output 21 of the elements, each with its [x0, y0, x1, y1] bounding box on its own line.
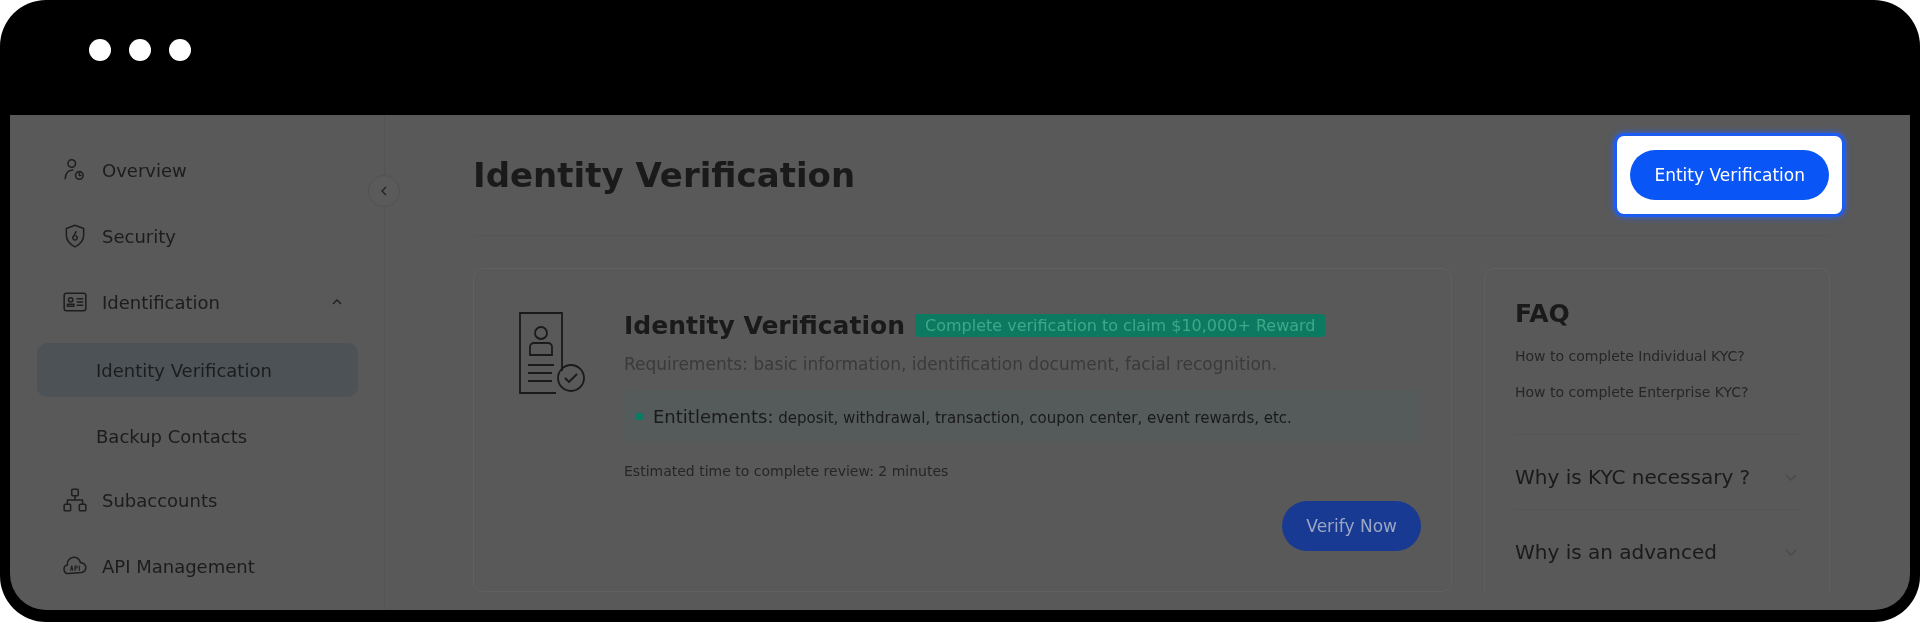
- entitlements-text: Entitlements: deposit, withdrawal, transaction, coupon center, event rewards, etc.: [653, 406, 1292, 427]
- sidebar-subitem[interactable]: Identity Verification: [37, 343, 358, 397]
- bullet-icon: [636, 413, 643, 420]
- faq-title: FAQ: [1515, 299, 1571, 328]
- sidebar-item[interactable]: Identification: [52, 277, 358, 327]
- id-document-check-icon: [518, 311, 586, 395]
- hierarchy-icon: [62, 487, 88, 513]
- window-control[interactable]: [169, 38, 191, 61]
- window-control[interactable]: [89, 38, 111, 61]
- sidebar-item[interactable]: Subaccounts: [52, 475, 358, 525]
- faq-question[interactable]: Why is an advanced: [1515, 509, 1799, 584]
- sidebar-item[interactable]: API Management: [52, 541, 358, 591]
- faq-question[interactable]: Why is KYC necessary ?: [1515, 434, 1799, 509]
- sidebar-item[interactable]: Security: [52, 211, 358, 261]
- entity-verification-button[interactable]: Entity Verification: [1630, 150, 1829, 200]
- sidebar-item[interactable]: Overview: [52, 145, 358, 195]
- page-title: Identity Verification: [473, 155, 856, 195]
- verify-now-button[interactable]: Verify Now: [1282, 501, 1421, 551]
- card-title: Identity Verification: [624, 311, 905, 340]
- sidebar-subitem[interactable]: Backup Contacts: [37, 409, 358, 463]
- window-control[interactable]: [129, 38, 151, 61]
